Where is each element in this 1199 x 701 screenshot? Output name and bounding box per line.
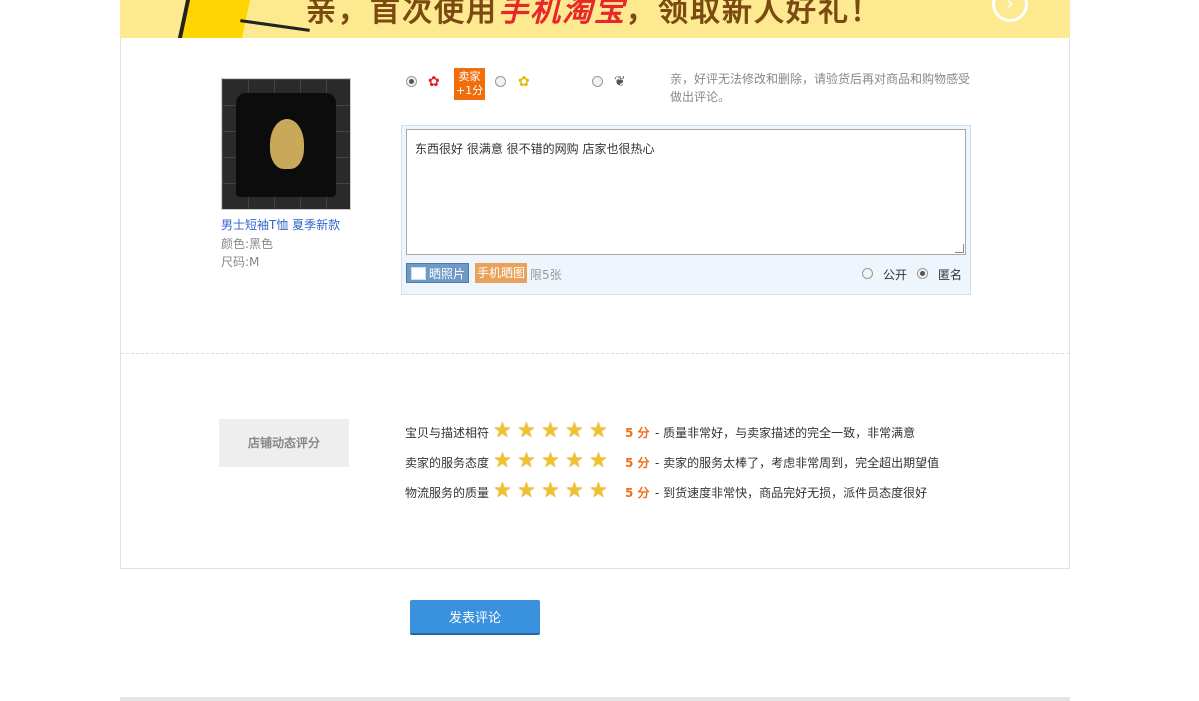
red-flower-icon: ✿ (428, 74, 440, 90)
star-icon[interactable]: ★ (493, 449, 512, 471)
seller-badge-line1: 卖家 (458, 70, 481, 83)
dsr-row-description: 宝贝与描述相符 ★ ★ ★ ★ ★ 5 分 - 质量非常好，与卖家描述的完全一致… (405, 419, 965, 443)
rating-options: ✿ 卖家 +1分 ✿ ❦ (406, 68, 666, 100)
banner-decoration-stroke (240, 19, 310, 32)
banner-text-suffix: ，领取新人好礼！ (626, 0, 882, 29)
image-icon (411, 267, 426, 280)
seller-badge-line2: +1分 (455, 84, 484, 97)
star-icon[interactable]: ★ (541, 419, 560, 441)
rating-neutral-radio[interactable] (495, 76, 506, 87)
banner-text-highlight: 手机淘宝 (498, 0, 626, 29)
banner-text: 亲，首次使用手机淘宝，领取新人好礼！ (306, 0, 882, 30)
section-divider (121, 353, 1069, 354)
dsr-item-name: 宝贝与描述相符 (405, 426, 490, 440)
dsr-row-logistics: 物流服务的质量 ★ ★ ★ ★ ★ 5 分 - 到货速度非常快，商品完好无损，派… (405, 479, 965, 503)
resize-handle-icon[interactable] (955, 244, 964, 253)
product-name-link[interactable]: 男士短袖T恤 夏季新款 (221, 216, 340, 233)
star-icon[interactable]: ★ (589, 479, 608, 501)
anonymous-radio[interactable] (917, 268, 928, 279)
dsr-score-description: - 卖家的服务太棒了，考虑非常周到，完全超出期望值 (655, 456, 940, 470)
dsr-score-description: - 质量非常好，与卖家描述的完全一致，非常满意 (655, 426, 916, 440)
star-icon[interactable]: ★ (517, 479, 536, 501)
promo-banner[interactable]: 亲，首次使用手机淘宝，领取新人好礼！ › (120, 0, 1070, 38)
public-label: 公开 (883, 268, 908, 282)
upload-photo-label: 晒照片 (429, 267, 466, 281)
dsr-score: 5 分 (625, 486, 650, 500)
star-icon[interactable]: ★ (565, 479, 584, 501)
star-icon[interactable]: ★ (541, 449, 560, 471)
seller-bonus-badge: 卖家 +1分 (454, 68, 485, 100)
anonymous-label: 匿名 (938, 268, 963, 282)
upload-photo-button[interactable]: 晒照片 (406, 263, 469, 283)
dsr-score: 5 分 (625, 456, 650, 470)
arrow-right-icon[interactable]: › (992, 0, 1028, 22)
review-box: 东西很好 很满意 很不错的网购 店家也很热心 晒照片 手机晒图 限5张 公开 匿… (401, 125, 971, 295)
star-icon[interactable]: ★ (541, 479, 560, 501)
review-panel: 男士短袖T恤 夏季新款 颜色:黑色 尺码:M ✿ 卖家 +1分 ✿ ❦ 亲，好评… (120, 38, 1070, 569)
footer-divider (120, 697, 1070, 701)
star-icon[interactable]: ★ (589, 449, 608, 471)
withered-flower-icon: ❦ (614, 74, 626, 90)
review-hint: 亲，好评无法修改和删除，请验货后再对商品和购物感受做出评论。 (670, 72, 971, 104)
dsr-item-name: 卖家的服务态度 (405, 456, 490, 470)
product-image[interactable] (221, 78, 351, 210)
yellow-flower-icon: ✿ (518, 74, 530, 90)
dsr-row-service: 卖家的服务态度 ★ ★ ★ ★ ★ 5 分 - 卖家的服务太棒了，考虑非常周到，… (405, 449, 965, 473)
product-color: 颜色:黑色 (221, 237, 274, 251)
submit-review-button[interactable]: 发表评论 (410, 600, 540, 635)
star-icon[interactable]: ★ (565, 419, 584, 441)
star-icon[interactable]: ★ (493, 419, 512, 441)
public-radio[interactable] (862, 268, 873, 279)
star-icon[interactable]: ★ (589, 419, 608, 441)
mobile-upload-button[interactable]: 手机晒图 (475, 263, 527, 283)
photo-limit: 限5张 (530, 268, 562, 282)
dsr-score: 5 分 (625, 426, 650, 440)
star-icon[interactable]: ★ (493, 479, 512, 501)
star-icon[interactable]: ★ (517, 419, 536, 441)
dsr-score-description: - 到货速度非常快，商品完好无损，派件员态度很好 (655, 486, 928, 500)
star-icon[interactable]: ★ (517, 449, 536, 471)
star-icon[interactable]: ★ (565, 449, 584, 471)
rating-good-radio[interactable] (406, 76, 417, 87)
review-textarea[interactable]: 东西很好 很满意 很不错的网购 店家也很热心 (406, 129, 966, 255)
product-size: 尺码:M (221, 255, 260, 269)
banner-text-prefix: 亲，首次使用 (306, 0, 498, 29)
dsr-item-name: 物流服务的质量 (405, 486, 490, 500)
dsr-section-label: 店铺动态评分 (219, 419, 349, 467)
tshirt-print (270, 119, 304, 169)
rating-bad-radio[interactable] (592, 76, 603, 87)
